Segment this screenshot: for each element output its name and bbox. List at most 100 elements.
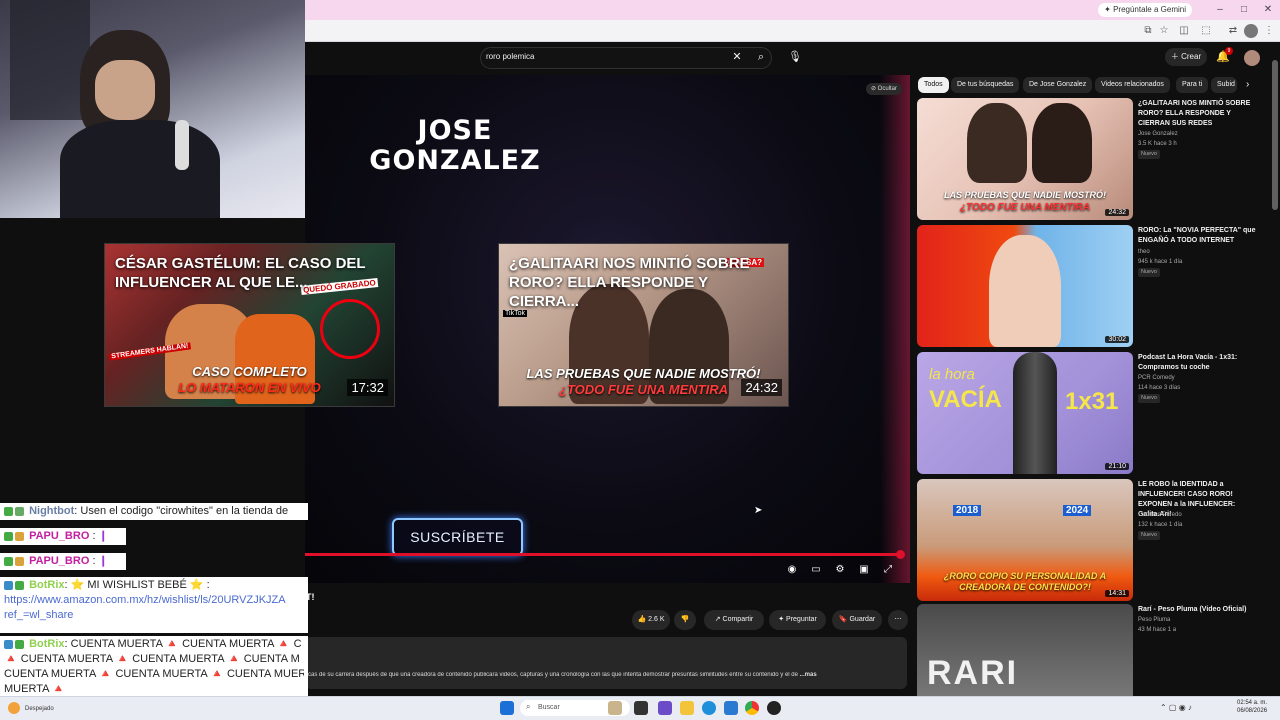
ask-button[interactable]: ✦ Preguntar xyxy=(769,610,826,630)
avatar[interactable] xyxy=(1244,50,1260,66)
autoplay-toggle-icon[interactable]: ◉ xyxy=(785,563,799,577)
chat-text: CUENTA MUERTA 🔺 CUENTA MUERTA 🔺 CUENTA M… xyxy=(4,668,304,680)
create-button[interactable]: ＋ Crear xyxy=(1165,48,1207,66)
start-windows-icon[interactable] xyxy=(500,701,514,715)
clock-date: 06/08/2026 xyxy=(1237,708,1268,714)
taskbar-app-icon[interactable] xyxy=(608,701,622,715)
install-icon[interactable]: ⧉ xyxy=(1141,24,1155,38)
rec-title[interactable]: ¿GALITAARI NOS MINTIÓ SOBRE RORO? ELLA R… xyxy=(1138,99,1263,129)
like-button[interactable]: 👍 2.6 K xyxy=(632,610,670,630)
progress-scrubber[interactable] xyxy=(896,550,905,559)
chevron-right-icon[interactable]: › xyxy=(1246,79,1249,90)
chip-from-channel[interactable]: De Jose Gonzalez xyxy=(1023,77,1093,93)
media-icon[interactable]: ⇄ xyxy=(1226,24,1240,38)
file-explorer-icon[interactable] xyxy=(680,701,694,715)
mouse-cursor-icon: ➤ xyxy=(754,505,763,516)
more-menu-icon[interactable]: ⋮ xyxy=(1262,24,1276,38)
stream-chat-overlay: Nightbot: Usen el codigo "cirowhites" en… xyxy=(0,503,308,704)
rec-new-badge: Nuevo xyxy=(1138,268,1160,277)
taskbar-app-icon[interactable] xyxy=(658,701,672,715)
save-button[interactable]: 🔖 Guardar xyxy=(832,610,882,630)
store-icon[interactable] xyxy=(724,701,738,715)
rec-title[interactable]: Podcast La Hora Vacía - 1x31: Compramos … xyxy=(1138,353,1263,373)
hide-endscreen-button[interactable]: ⊘ Ocultar xyxy=(866,83,902,95)
rec-thumbnail[interactable]: RARI xyxy=(917,604,1133,696)
rec-thumbnail[interactable]: LAS PRUEBAS QUE NADIE MOSTRÓ! ¿TODO FUE … xyxy=(917,98,1133,220)
endcard-duration: 17:32 xyxy=(347,379,388,396)
webcam-microphone xyxy=(175,120,189,170)
taskbar-search-label: Buscar xyxy=(538,704,560,711)
minimize-button[interactable]: – xyxy=(1213,3,1227,17)
settings-gear-icon[interactable]: ⚙ xyxy=(833,563,847,577)
extensions-puzzle-icon[interactable]: ⬚ xyxy=(1199,24,1213,38)
system-tray-icon[interactable]: ⌃ ▢ ◉ ♪ xyxy=(1160,703,1192,712)
rec-thumb-text: RARI xyxy=(927,654,1019,692)
description-box[interactable] xyxy=(305,637,907,689)
webcam-streamer-body xyxy=(60,120,220,218)
bookmark-star-icon[interactable]: ☆ xyxy=(1157,24,1171,38)
chat-message: PAPU_BRO : ❙ xyxy=(0,553,126,570)
chat-link[interactable]: https://www.amazon.com.mx/hz/wishlist/ls… xyxy=(4,593,304,608)
ask-gemini-label: Pregúntale a Gemini xyxy=(1113,5,1186,14)
chrome-browser-icon[interactable] xyxy=(745,701,759,715)
chat-text: : xyxy=(92,555,96,567)
mod-badge-icon xyxy=(4,506,13,516)
close-window-button[interactable]: ✕ xyxy=(1261,3,1275,17)
taskbar-clock[interactable]: 02:54 a. m. 06/08/2026 xyxy=(1237,699,1267,715)
more-actions-icon[interactable]: ⋯ xyxy=(888,610,908,630)
chat-link[interactable]: ref_=wl_share xyxy=(4,608,304,623)
chip-for-you[interactable]: Para ti xyxy=(1176,77,1209,93)
chip-uploaded[interactable]: Subid xyxy=(1211,77,1237,93)
clock-time: 02:54 a. m. xyxy=(1237,700,1268,706)
rec-thumbnail[interactable]: 2018 2024 ¿RORO COPIO SU PERSONALIDAD A … xyxy=(917,479,1133,601)
rec-thumb-microphone xyxy=(1013,352,1057,474)
rec-channel[interactable]: theo xyxy=(1138,248,1263,257)
chat-username: Nightbot xyxy=(29,505,75,517)
sub-badge-icon xyxy=(4,556,13,566)
show-more-link[interactable]: ...más xyxy=(800,672,817,678)
sub-badge-icon xyxy=(4,531,13,541)
rec-title[interactable]: RORO: La "NOVIA PERFECTA" que ENGAÑÓ A T… xyxy=(1138,226,1263,246)
verified-badge-icon xyxy=(15,580,24,590)
clear-search-icon[interactable]: ✕ xyxy=(729,49,745,65)
taskview-icon[interactable] xyxy=(634,701,648,715)
maximize-button[interactable]: □ xyxy=(1237,3,1251,17)
rec-new-badge: Nuevo xyxy=(1138,394,1160,403)
share-button[interactable]: ↗ Compartir xyxy=(704,610,764,630)
subtitles-icon[interactable]: ▭ xyxy=(809,563,823,577)
rec-title[interactable]: Rarí - Peso Pluma (Video Oficial) xyxy=(1138,605,1263,615)
rec-thumb-text: la hora xyxy=(929,366,975,383)
edge-browser-icon[interactable] xyxy=(702,701,716,715)
profile-avatar-icon[interactable] xyxy=(1244,24,1258,38)
chip-related[interactable]: Videos relacionados xyxy=(1095,77,1170,93)
rec-channel[interactable]: Jose Gonzalez xyxy=(1138,130,1263,139)
taskbar-app-icon[interactable] xyxy=(767,701,781,715)
rec-channel[interactable]: Peso Pluma xyxy=(1138,616,1263,625)
endcard-video-1[interactable]: QUEDÓ GRABADO STREAMERS HABLAN! CÉSAR GA… xyxy=(104,243,395,407)
page-scrollbar[interactable] xyxy=(1272,60,1278,210)
rec-channel[interactable]: Candres Peredo xyxy=(1138,511,1263,520)
rec-thumb-year: 2018 xyxy=(953,505,982,516)
miniplayer-icon[interactable]: ▣ xyxy=(857,563,871,577)
rec-thumb-year: 2024 xyxy=(1063,505,1092,516)
chip-from-searches[interactable]: De tus búsquedas xyxy=(951,77,1020,93)
chat-message: PAPU_BRO : ❙ xyxy=(0,528,126,545)
rec-channel[interactable]: PCR Comedy xyxy=(1138,374,1263,383)
fullscreen-icon[interactable]: ⤢ xyxy=(881,563,895,577)
rec-meta: 945 k hace 1 día xyxy=(1138,259,1183,265)
progress-bar[interactable] xyxy=(305,553,902,556)
endcard-video-2[interactable]: ¿FALSA? TikTok ¿GALITAARI NOS MINTIÓ SOB… xyxy=(498,243,789,407)
rec-thumb-caption: LAS PRUEBAS QUE NADIE MOSTRÓ! xyxy=(943,190,1106,200)
ask-gemini-button[interactable]: ✦ Pregúntale a Gemini xyxy=(1098,3,1192,17)
subscribe-button[interactable]: SUSCRÍBETE xyxy=(392,518,523,556)
rec-thumbnail[interactable]: 30:02 xyxy=(917,225,1133,347)
dislike-button[interactable]: 👎 xyxy=(674,610,696,630)
weather-sun-icon[interactable] xyxy=(8,702,20,714)
mic-icon[interactable]: 🎙 xyxy=(787,49,803,65)
notification-count-badge: 9 xyxy=(1225,47,1233,55)
extension-icon[interactable]: ◫ xyxy=(1177,24,1191,38)
search-icon[interactable]: ⌕ xyxy=(753,49,769,65)
endcard-thumb-circle xyxy=(320,299,380,359)
chip-all[interactable]: Todos xyxy=(918,77,949,93)
rec-thumbnail[interactable]: la hora VACÍA 1x31 21:10 xyxy=(917,352,1133,474)
